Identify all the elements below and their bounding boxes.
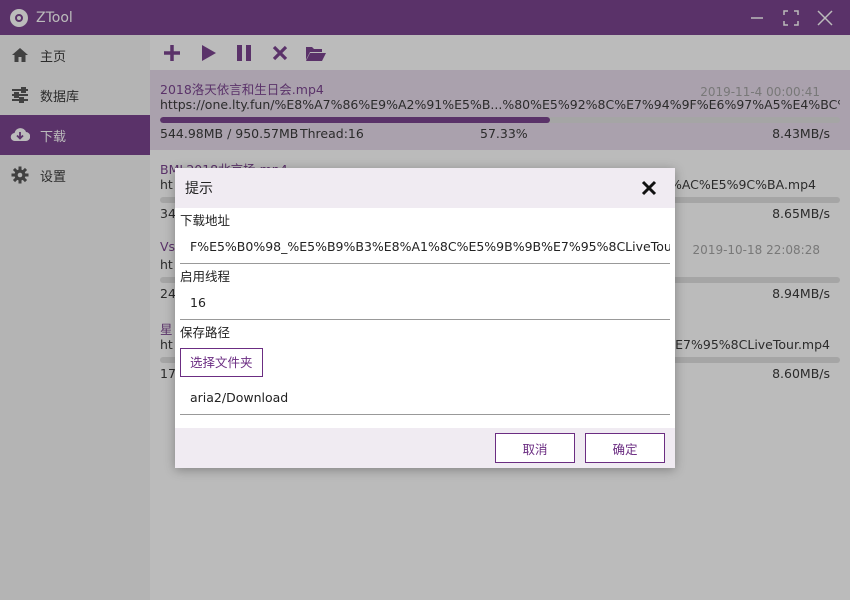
threads-input-value: 16 bbox=[190, 295, 206, 310]
url-input[interactable]: F%E5%B0%98_%E5%B9%B3%E8%A1%8C%E5%9B%9B%E… bbox=[180, 230, 670, 264]
save-path-input[interactable]: aria2/Download bbox=[180, 381, 670, 415]
dialog-header: 提示 bbox=[175, 168, 675, 208]
dialog-body: 下载地址 F%E5%B0%98_%E5%B9%B3%E8%A1%8C%E5%9B… bbox=[175, 208, 675, 415]
dialog-footer: 取消 确定 bbox=[175, 428, 675, 468]
save-path-value: aria2/Download bbox=[190, 390, 289, 405]
url-label: 下载地址 bbox=[180, 213, 231, 228]
cancel-button[interactable]: 取消 bbox=[495, 433, 575, 463]
close-icon[interactable] bbox=[639, 178, 659, 198]
dialog-title: 提示 bbox=[185, 181, 213, 197]
save-path-label: 保存路径 bbox=[180, 325, 231, 340]
new-download-dialog: 提示 下载地址 F%E5%B0%98_%E5%B9%B3%E8%A1%8C%E5… bbox=[175, 168, 675, 468]
threads-label: 启用线程 bbox=[180, 269, 231, 284]
confirm-button[interactable]: 确定 bbox=[585, 433, 665, 463]
threads-input[interactable]: 16 bbox=[180, 286, 670, 320]
choose-folder-button[interactable]: 选择文件夹 bbox=[180, 348, 263, 377]
url-input-value: F%E5%B0%98_%E5%B9%B3%E8%A1%8C%E5%9B%9B%E… bbox=[190, 239, 670, 254]
